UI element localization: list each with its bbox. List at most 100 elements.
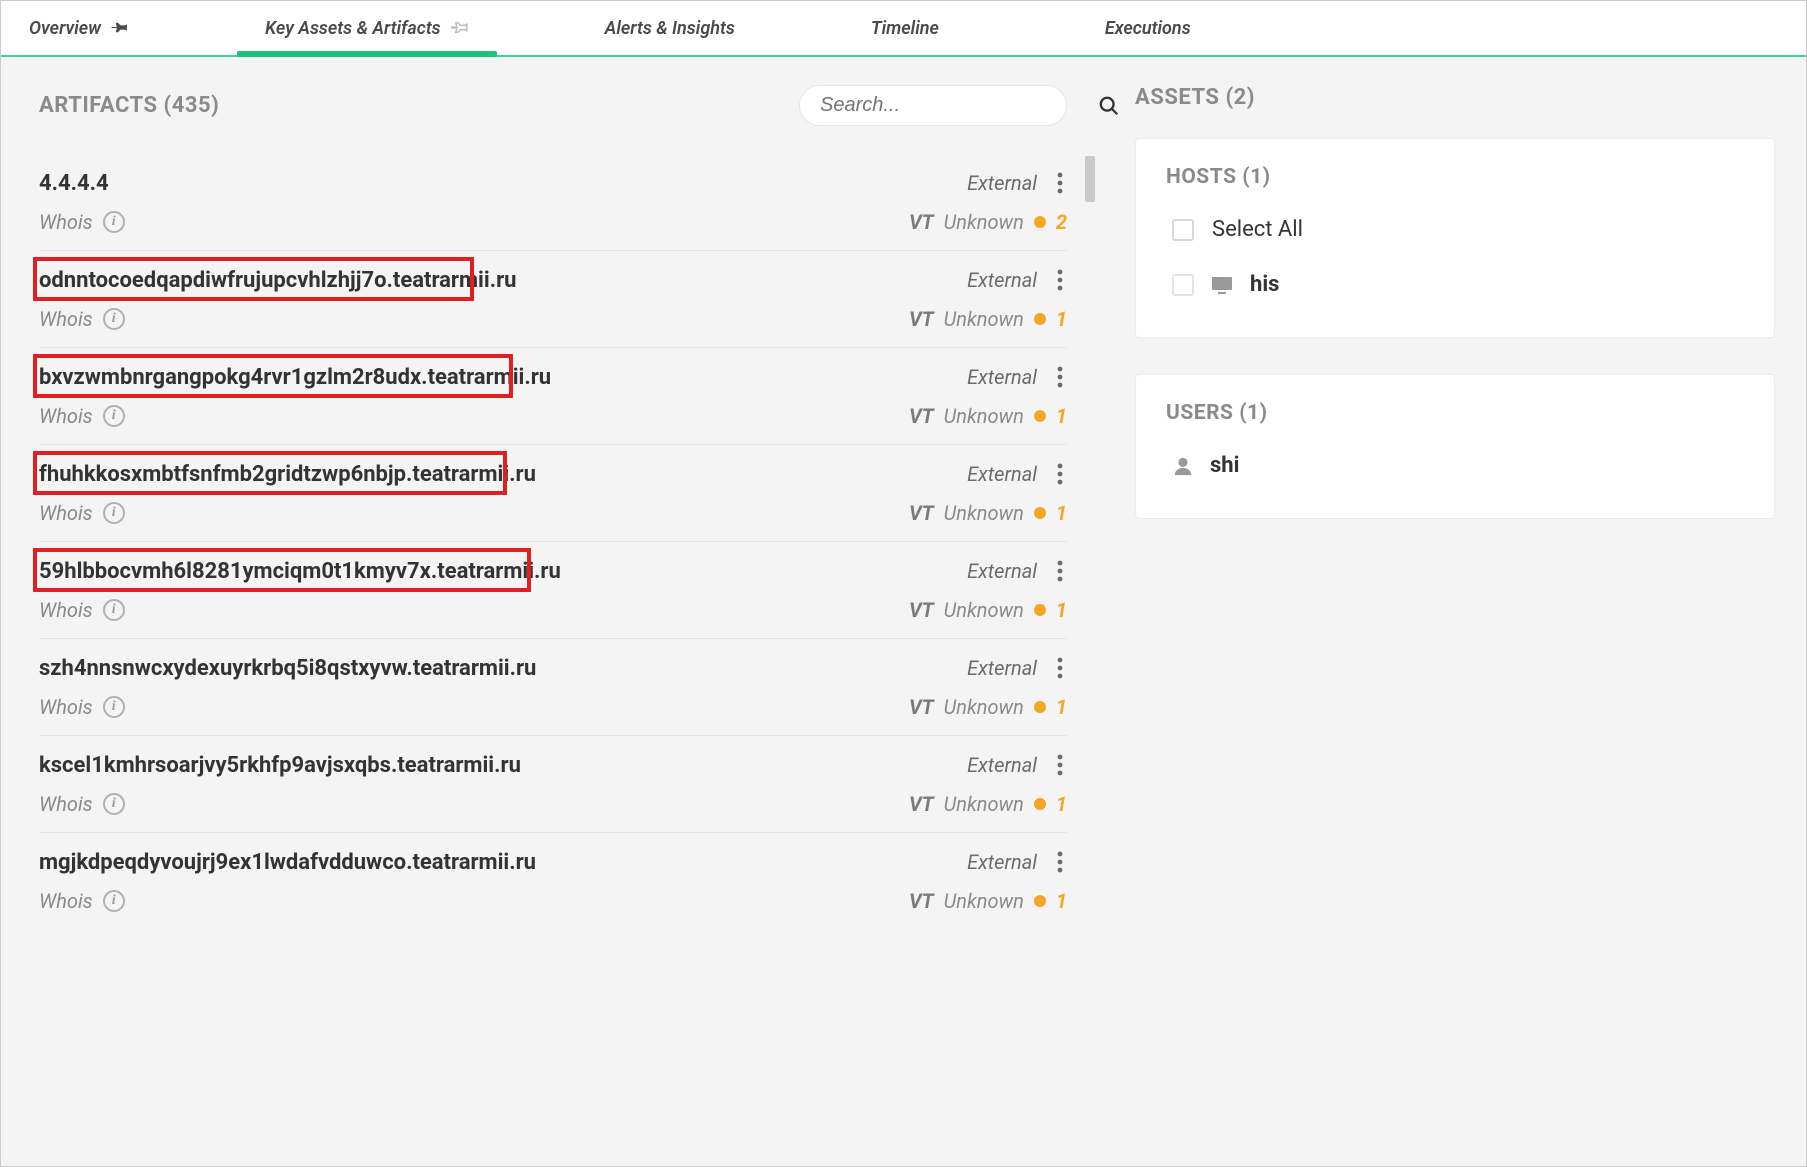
vt-label: VT: [909, 404, 934, 428]
vt-status-text: Unknown: [944, 695, 1024, 719]
monitor-icon: [1210, 273, 1234, 297]
more-vertical-icon[interactable]: [1053, 556, 1067, 586]
more-vertical-icon[interactable]: [1053, 459, 1067, 489]
artifact-row[interactable]: szh4nnsnwcxydexuyrkrbq5i8qstxyvw.teatrar…: [39, 639, 1067, 736]
vt-status[interactable]: VTUnknown1: [909, 695, 1067, 719]
tab-overview[interactable]: Overview: [1, 1, 157, 55]
vt-status[interactable]: VTUnknown1: [909, 889, 1067, 913]
info-icon[interactable]: i: [103, 890, 125, 912]
artifacts-count: (435): [164, 93, 220, 118]
info-icon[interactable]: i: [103, 308, 125, 330]
vt-status[interactable]: VTUnknown1: [909, 501, 1067, 525]
more-vertical-icon[interactable]: [1053, 653, 1067, 683]
artifact-tag: External: [967, 462, 1037, 486]
whois-label: Whois: [39, 695, 93, 719]
user-row[interactable]: shi: [1172, 453, 1744, 478]
artifact-row[interactable]: 59hlbbocvmh6l8281ymciqm0t1kmyv7x.teatrar…: [39, 542, 1067, 639]
vt-label: VT: [909, 598, 934, 622]
artifact-name[interactable]: 4.4.4.4: [39, 171, 967, 196]
artifact-top: mgjkdpeqdyvoujrj9ex1lwdafvdduwco.teatrar…: [39, 847, 1067, 877]
vt-count: 1: [1056, 695, 1067, 719]
more-vertical-icon[interactable]: [1053, 168, 1067, 198]
info-icon[interactable]: i: [103, 599, 125, 621]
artifact-bottom: Whoisi VTUnknown1: [39, 307, 1067, 331]
artifact-name[interactable]: bxvzwmbnrgangpokg4rvr1gzlm2r8udx.teatrar…: [39, 365, 967, 390]
artifacts-title: ARTIFACTS (435): [39, 93, 219, 118]
vt-count: 1: [1056, 598, 1067, 622]
artifact-row[interactable]: kscel1kmhrsoarjvy5rkhfp9avjsxqbs.teatrar…: [39, 736, 1067, 833]
artifact-tag: External: [967, 753, 1037, 777]
assets-count: (2): [1225, 85, 1255, 110]
artifact-row[interactable]: odnntocoedqapdiwfrujupcvhlzhjj7o.teatrar…: [39, 251, 1067, 348]
info-icon[interactable]: i: [103, 405, 125, 427]
artifact-row[interactable]: bxvzwmbnrgangpokg4rvr1gzlm2r8udx.teatrar…: [39, 348, 1067, 445]
tab-executions[interactable]: Executions: [1077, 1, 1219, 55]
host-name: his: [1250, 272, 1279, 297]
whois-link[interactable]: Whoisi: [39, 210, 125, 234]
select-all-label: Select All: [1212, 217, 1303, 242]
whois-link[interactable]: Whoisi: [39, 695, 125, 719]
artifact-top: 59hlbbocvmh6l8281ymciqm0t1kmyv7x.teatrar…: [39, 556, 1067, 586]
info-icon[interactable]: i: [103, 211, 125, 233]
tab-timeline[interactable]: Timeline: [843, 1, 967, 55]
vt-status[interactable]: VTUnknown1: [909, 792, 1067, 816]
status-dot-icon: [1034, 313, 1046, 325]
more-vertical-icon[interactable]: [1053, 847, 1067, 877]
artifact-name[interactable]: fhuhkkosxmbtfsnfmb2gridtzwp6nbjp.teatrar…: [39, 462, 967, 487]
search-input[interactable]: [820, 94, 1088, 117]
select-all-row[interactable]: Select All: [1172, 217, 1744, 242]
artifact-name[interactable]: odnntocoedqapdiwfrujupcvhlzhjj7o.teatrar…: [39, 268, 967, 293]
artifact-top: 4.4.4.4External: [39, 168, 1067, 198]
whois-link[interactable]: Whoisi: [39, 307, 125, 331]
artifact-name[interactable]: szh4nnsnwcxydexuyrkrbq5i8qstxyvw.teatrar…: [39, 656, 967, 681]
artifact-name[interactable]: mgjkdpeqdyvoujrj9ex1lwdafvdduwco.teatrar…: [39, 850, 967, 875]
artifact-bottom: Whoisi VTUnknown1: [39, 792, 1067, 816]
artifact-top: szh4nnsnwcxydexuyrkrbq5i8qstxyvw.teatrar…: [39, 653, 1067, 683]
whois-label: Whois: [39, 501, 93, 525]
host-row[interactable]: his: [1172, 272, 1744, 297]
artifact-bottom: Whoisi VTUnknown2: [39, 210, 1067, 234]
artifact-row[interactable]: 4.4.4.4External Whoisi VTUnknown2: [39, 154, 1067, 251]
user-icon: [1172, 455, 1194, 477]
vt-status[interactable]: VTUnknown1: [909, 404, 1067, 428]
artifact-tag: External: [967, 656, 1037, 680]
artifact-row[interactable]: fhuhkkosxmbtfsnfmb2gridtzwp6nbjp.teatrar…: [39, 445, 1067, 542]
tab-alerts[interactable]: Alerts & Insights: [577, 1, 763, 55]
whois-link[interactable]: Whoisi: [39, 889, 125, 913]
whois-link[interactable]: Whoisi: [39, 404, 125, 428]
vt-label: VT: [909, 307, 934, 331]
scrollbar-thumb[interactable]: [1085, 156, 1095, 202]
info-icon[interactable]: i: [103, 696, 125, 718]
host-checkbox[interactable]: [1172, 274, 1194, 296]
artifact-bottom: WhoisiVTUnknown1: [39, 695, 1067, 719]
whois-link[interactable]: Whoisi: [39, 501, 125, 525]
whois-link[interactable]: Whoisi: [39, 598, 125, 622]
vt-status-text: Unknown: [944, 404, 1024, 428]
artifact-row[interactable]: mgjkdpeqdyvoujrj9ex1lwdafvdduwco.teatrar…: [39, 833, 1067, 929]
info-icon[interactable]: i: [103, 793, 125, 815]
artifact-bottom: Whoisi VTUnknown1: [39, 598, 1067, 622]
more-vertical-icon[interactable]: [1053, 362, 1067, 392]
hosts-card: HOSTS (1) Select All his: [1135, 138, 1775, 338]
artifact-tag: External: [967, 171, 1037, 195]
artifacts-title-label: ARTIFACTS: [39, 93, 158, 118]
more-vertical-icon[interactable]: [1053, 265, 1067, 295]
search-icon[interactable]: [1098, 95, 1120, 117]
artifact-name[interactable]: 59hlbbocvmh6l8281ymciqm0t1kmyv7x.teatrar…: [39, 559, 967, 584]
artifacts-panel: ARTIFACTS (435) 4.4.4.4ExternalWhoisiVTU…: [1, 57, 1107, 1166]
more-vertical-icon[interactable]: [1053, 750, 1067, 780]
artifact-top: odnntocoedqapdiwfrujupcvhlzhjj7o.teatrar…: [39, 265, 1067, 295]
vt-status[interactable]: VTUnknown1: [909, 598, 1067, 622]
vt-count: 1: [1056, 889, 1067, 913]
artifact-list[interactable]: 4.4.4.4ExternalWhoisiVTUnknown2odnntocoe…: [39, 154, 1097, 929]
vt-status[interactable]: VTUnknown2: [909, 210, 1067, 234]
search-box[interactable]: [799, 85, 1067, 126]
whois-link[interactable]: Whoisi: [39, 792, 125, 816]
artifact-name[interactable]: kscel1kmhrsoarjvy5rkhfp9avjsxqbs.teatrar…: [39, 753, 967, 778]
tab-key-assets[interactable]: Key Assets & Artifacts: [237, 1, 497, 55]
artifact-tag: External: [967, 365, 1037, 389]
vt-status[interactable]: VTUnknown1: [909, 307, 1067, 331]
info-icon[interactable]: i: [103, 502, 125, 524]
users-card: USERS (1) shi: [1135, 374, 1775, 519]
select-all-checkbox[interactable]: [1172, 219, 1194, 241]
